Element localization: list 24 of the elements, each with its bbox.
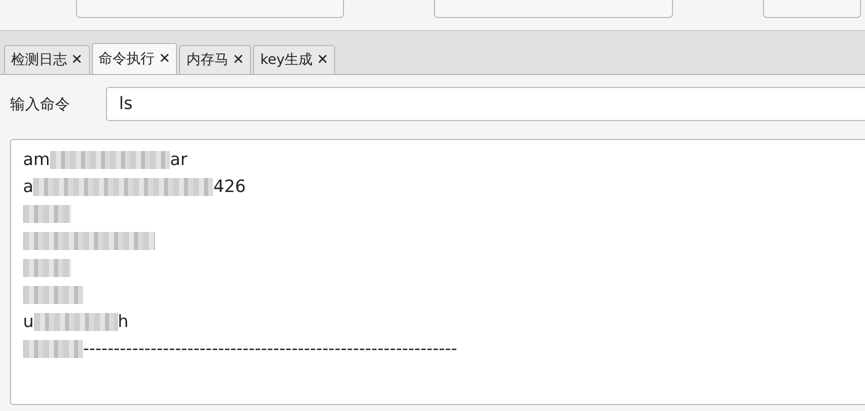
command-input[interactable]: ls — [106, 87, 865, 121]
output-text: a — [23, 176, 34, 196]
redaction-mask — [23, 286, 83, 304]
tab[interactable]: key生成 ✕ — [253, 45, 336, 74]
close-icon[interactable]: ✕ — [71, 52, 83, 68]
command-label: 输入命令 — [10, 94, 70, 114]
redaction-mask — [23, 340, 83, 358]
output-text: h — [118, 312, 129, 332]
output-text: ------------------------------------------------------------- — [83, 338, 458, 358]
output-text: u — [23, 312, 34, 332]
output-text: ar — [170, 150, 188, 170]
tab[interactable]: 内存马 ✕ — [179, 45, 252, 74]
close-icon[interactable]: ✕ — [316, 52, 328, 68]
tab[interactable]: 命令执行 ✕ — [92, 43, 178, 74]
text-field[interactable] — [434, 0, 674, 18]
tab[interactable]: 检测日志 ✕ — [4, 45, 90, 74]
close-icon[interactable]: ✕ — [158, 51, 170, 67]
redaction-mask — [23, 258, 71, 276]
redaction-mask — [23, 204, 71, 222]
toolbar-button[interactable] — [763, 0, 861, 18]
output-text: 426 — [213, 176, 246, 196]
output-text: am — [23, 150, 50, 170]
close-icon[interactable]: ✕ — [232, 52, 244, 68]
text-field[interactable] — [76, 0, 344, 18]
